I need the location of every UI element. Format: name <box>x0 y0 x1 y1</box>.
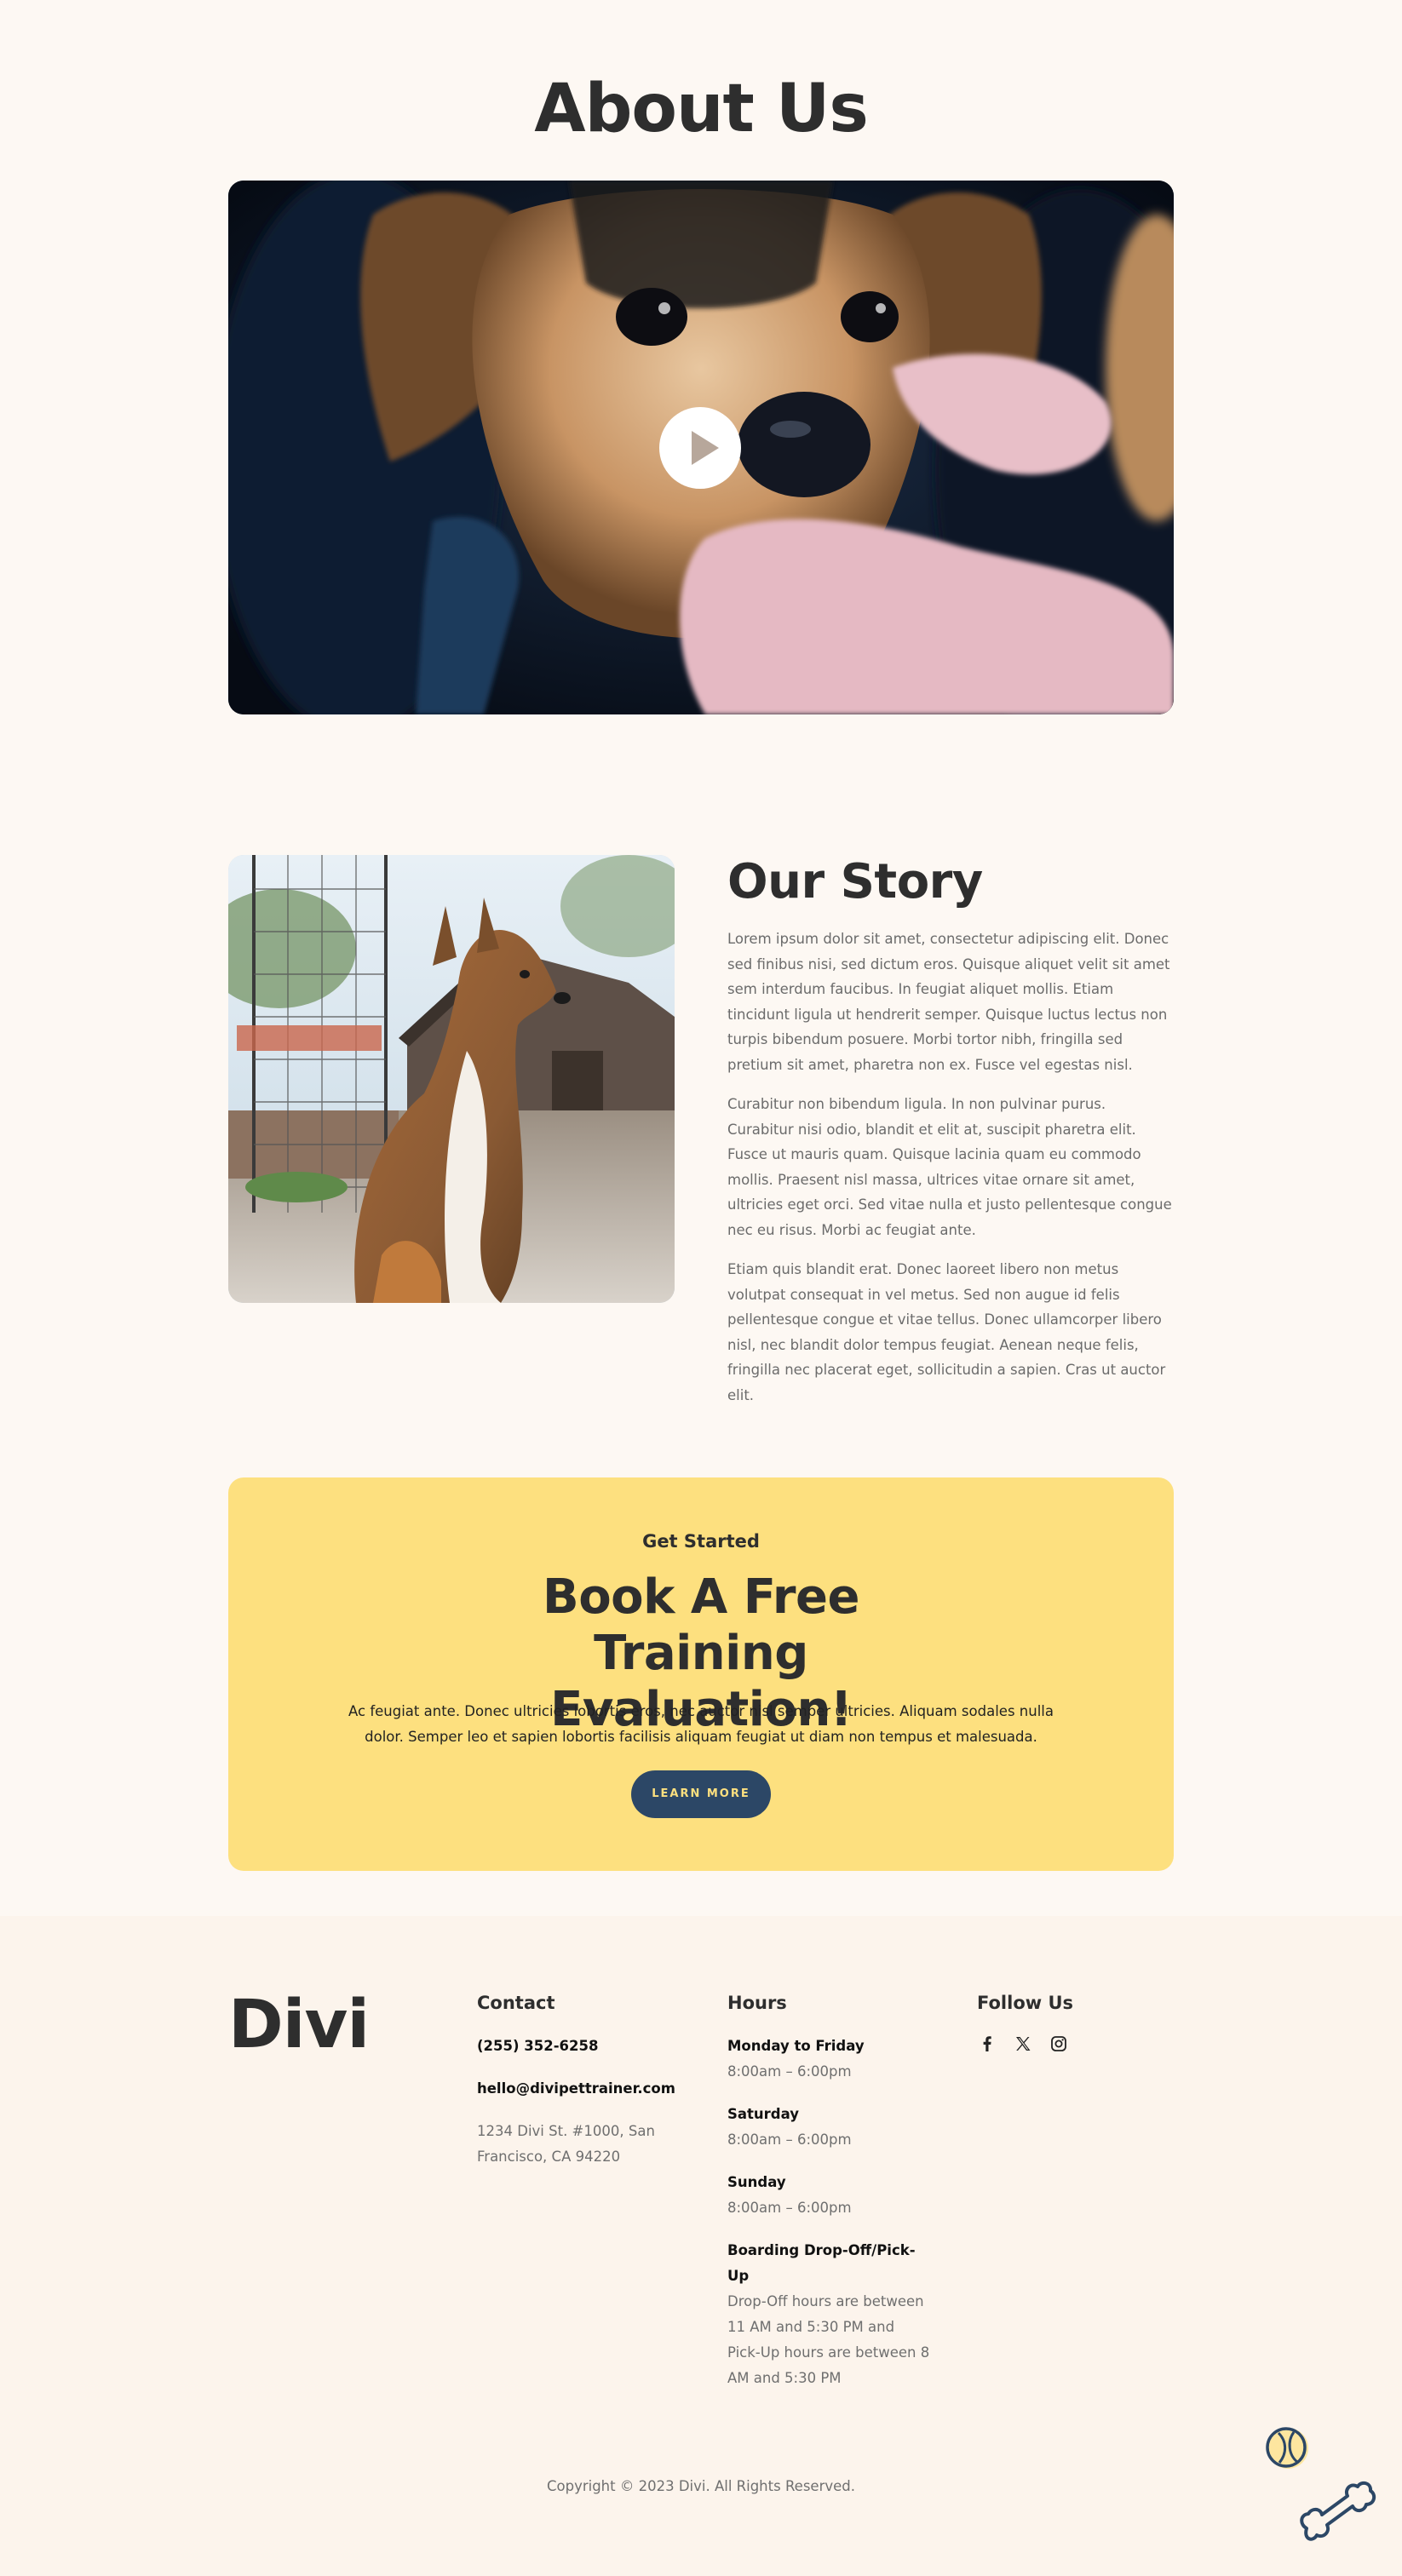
copyright-text: Copyright © 2023 Divi. All Rights Reserv… <box>546 2478 855 2494</box>
hours-label: Monday to Friday <box>727 2038 865 2054</box>
play-icon <box>692 431 719 465</box>
footer: Divi Contact (255) 352-6258 hello@divipe… <box>0 1916 1402 2576</box>
footer-hours-column: Hours Monday to Friday 8:00am – 6:00pm S… <box>727 1991 932 2408</box>
page: About Us Our Story Lorem ipsum dolor sit… <box>0 0 1402 2576</box>
footer-contact-column: Contact (255) 352-6258 hello@divipettrai… <box>477 1991 681 2187</box>
hours-value: 8:00am – 6:00pm <box>727 2200 852 2216</box>
story-body: Lorem ipsum dolor sit amet, consectetur … <box>727 927 1174 1422</box>
x-twitter-icon[interactable] <box>1013 2034 1033 2054</box>
instagram-icon[interactable] <box>1049 2034 1069 2054</box>
hours-label: Saturday <box>727 2106 799 2122</box>
footer-follow-column: Follow Us <box>977 1991 1181 2054</box>
hours-item: Monday to Friday 8:00am – 6:00pm <box>727 2034 932 2085</box>
follow-heading: Follow Us <box>977 1993 1074 2013</box>
learn-more-button[interactable]: LEARN MORE <box>631 1770 771 1818</box>
hours-heading: Hours <box>727 1993 787 2013</box>
contact-phone[interactable]: (255) 352-6258 <box>477 2034 681 2059</box>
cta-banner: Get Started Book A Free Training Evaluat… <box>228 1477 1174 1871</box>
hours-value: Drop-Off hours are between 11 AM and 5:3… <box>727 2293 930 2386</box>
video-player[interactable] <box>228 181 1174 714</box>
hours-item: Sunday 8:00am – 6:00pm <box>727 2170 932 2221</box>
social-links <box>977 2034 1181 2054</box>
facebook-icon[interactable] <box>977 2034 997 2054</box>
contact-email[interactable]: hello@divipettrainer.com <box>477 2076 681 2102</box>
footer-logo[interactable]: Divi <box>228 1986 370 2064</box>
cta-eyebrow: Get Started <box>642 1531 760 1552</box>
story-paragraph: Lorem ipsum dolor sit amet, consectetur … <box>727 931 1170 1073</box>
dog-sitting-image <box>228 855 675 1303</box>
hours-value: 8:00am – 6:00pm <box>727 2063 852 2080</box>
hours-item: Saturday 8:00am – 6:00pm <box>727 2102 932 2153</box>
hours-label: Boarding Drop-Off/Pick-Up <box>727 2242 916 2284</box>
story-title: Our Story <box>727 854 983 909</box>
play-button[interactable] <box>659 407 741 489</box>
cta-description: Ac feugiat ante. Donec ultricies loborti… <box>348 1703 1054 1745</box>
hours-value: 8:00am – 6:00pm <box>727 2131 852 2148</box>
hours-item: Boarding Drop-Off/Pick-Up Drop-Off hours… <box>727 2238 932 2391</box>
about-title: About Us <box>534 71 869 147</box>
story-paragraph: Curabitur non bibendum ligula. In non pu… <box>727 1096 1172 1238</box>
contact-address: 1234 Divi St. #1000, San Francisco, CA 9… <box>477 2123 655 2165</box>
story-dog-photo <box>228 855 675 1303</box>
tennis-ball-icon <box>1266 2427 1308 2469</box>
hours-label: Sunday <box>727 2174 786 2190</box>
story-paragraph: Etiam quis blandit erat. Donec laoreet l… <box>727 1261 1166 1403</box>
contact-heading: Contact <box>477 1993 555 2013</box>
